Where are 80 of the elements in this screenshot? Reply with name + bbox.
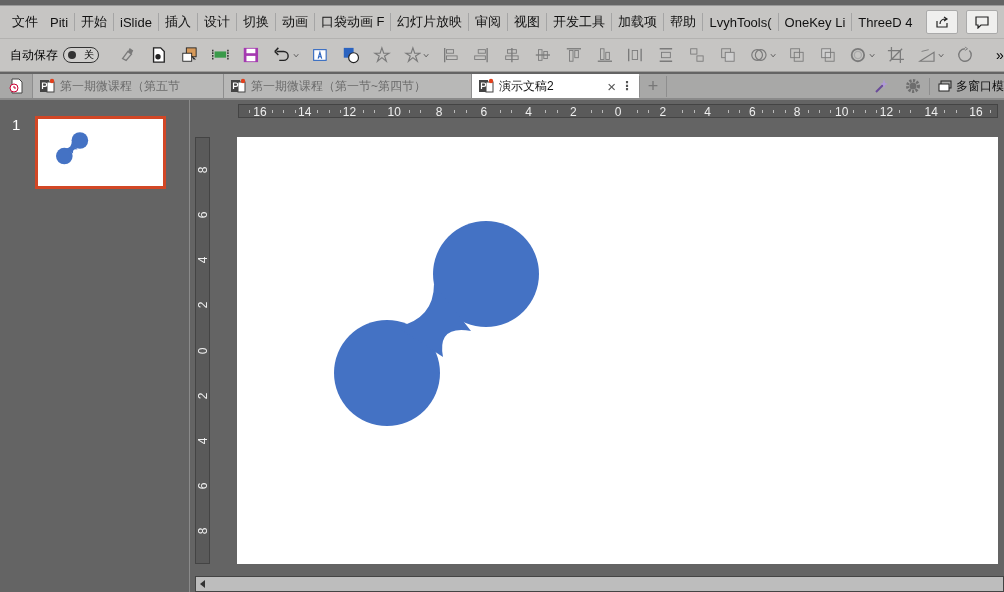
ruler-label: 2: [196, 301, 209, 311]
menu-tab[interactable]: 开发工具: [547, 13, 612, 31]
send-backward-icon[interactable]: [818, 45, 837, 65]
scroll-left-icon[interactable]: [200, 580, 206, 588]
ruler-label: 4: [196, 436, 209, 447]
autosave-toggle[interactable]: 关: [63, 47, 99, 63]
multi-window-button[interactable]: 多窗口模: [929, 77, 1004, 95]
ruler-label: 0: [196, 346, 209, 356]
ruler-label: 8: [196, 165, 209, 176]
dumbbell-shape[interactable]: [334, 221, 539, 426]
comment-icon: [975, 15, 990, 29]
menu-tab[interactable]: OneKey Li: [778, 14, 852, 30]
menu-tab[interactable]: Piti: [44, 14, 75, 30]
group-icon[interactable]: [787, 45, 806, 65]
align-right-icon[interactable]: [472, 45, 491, 65]
menu-tab[interactable]: iSlide: [114, 14, 158, 30]
menu-tab[interactable]: 切换: [236, 13, 275, 31]
ruler-label: 8: [196, 526, 209, 537]
document-tab[interactable]: 演示文稿2 × ⋮: [471, 74, 639, 98]
slide-thumbnail[interactable]: [35, 116, 166, 189]
horizontal-scrollbar[interactable]: [195, 576, 1004, 592]
bring-forward-icon[interactable]: [718, 45, 737, 65]
ruler-label: 10: [385, 105, 404, 117]
menu-tab[interactable]: 开始: [75, 13, 114, 31]
menu-tab[interactable]: 文件: [6, 13, 44, 31]
caret-icon[interactable]: [938, 52, 945, 58]
menu-tab[interactable]: 帮助: [664, 13, 703, 31]
shapes-icon[interactable]: [341, 45, 360, 65]
more-commands-button[interactable]: »: [996, 47, 1004, 63]
autosave-label: 自动保存: [10, 46, 58, 64]
star-icon[interactable]: [403, 45, 422, 65]
recent-document-icon[interactable]: [8, 78, 24, 94]
ruler-label: 4: [196, 255, 209, 266]
menu-tab[interactable]: 视图: [508, 13, 547, 31]
rotate-icon[interactable]: [956, 45, 975, 65]
caret-icon[interactable]: [769, 52, 776, 58]
select-icon[interactable]: [180, 45, 199, 65]
ruler-label: 6: [196, 481, 209, 492]
caret-icon[interactable]: [292, 52, 300, 58]
ruler-label: 12: [877, 105, 896, 117]
ruler-label: 16: [251, 105, 269, 117]
menu-tab[interactable]: 审阅: [469, 13, 508, 31]
align-bottom-icon[interactable]: [595, 45, 614, 65]
align-top-icon[interactable]: [564, 45, 583, 65]
menu-tab[interactable]: 插入: [158, 13, 197, 31]
presentation-file-icon: [39, 78, 55, 94]
presentation-file-icon: [230, 78, 246, 94]
ring-icon[interactable]: [849, 45, 868, 65]
close-tab-button[interactable]: ×: [607, 77, 616, 95]
menu-tab[interactable]: 加载项: [612, 13, 664, 31]
presentation-file-icon: [478, 78, 494, 94]
magic-wand-icon[interactable]: [873, 78, 889, 94]
menu-tab[interactable]: 设计: [197, 13, 236, 31]
align-left-icon[interactable]: [441, 45, 460, 65]
settings-icon[interactable]: [905, 78, 921, 94]
arrange-icon[interactable]: [688, 45, 706, 65]
ruler-label: 12: [340, 105, 359, 117]
menu-tab[interactable]: ThreeD 4: [852, 14, 919, 30]
menu-tab[interactable]: 幻灯片放映: [391, 13, 469, 31]
ruler-label: 16: [967, 105, 985, 117]
windows-icon: [938, 80, 952, 92]
save-icon[interactable]: [242, 45, 261, 65]
caret-icon[interactable]: [423, 52, 430, 58]
share-icon: [935, 15, 950, 29]
crop-icon[interactable]: [887, 45, 906, 65]
share-button[interactable]: [926, 10, 959, 34]
align-center-icon[interactable]: [503, 45, 522, 65]
ruler-label: 6: [196, 210, 209, 221]
ruler-label: 2: [196, 391, 209, 401]
ruler-label: 14: [922, 105, 941, 117]
ruler-label: 14: [295, 105, 314, 117]
menu-tab[interactable]: 口袋动画 F: [314, 13, 391, 31]
menu-tab[interactable]: LvyhTools(: [703, 14, 778, 30]
tab-menu-button[interactable]: ⋮: [621, 79, 633, 93]
comment-button[interactable]: [966, 10, 999, 34]
star-icon[interactable]: [372, 45, 391, 65]
menu-tab[interactable]: 动画: [275, 13, 314, 31]
slide-number: 1: [12, 116, 20, 133]
ruler-label: 10: [832, 105, 851, 117]
caret-icon[interactable]: [869, 52, 876, 58]
